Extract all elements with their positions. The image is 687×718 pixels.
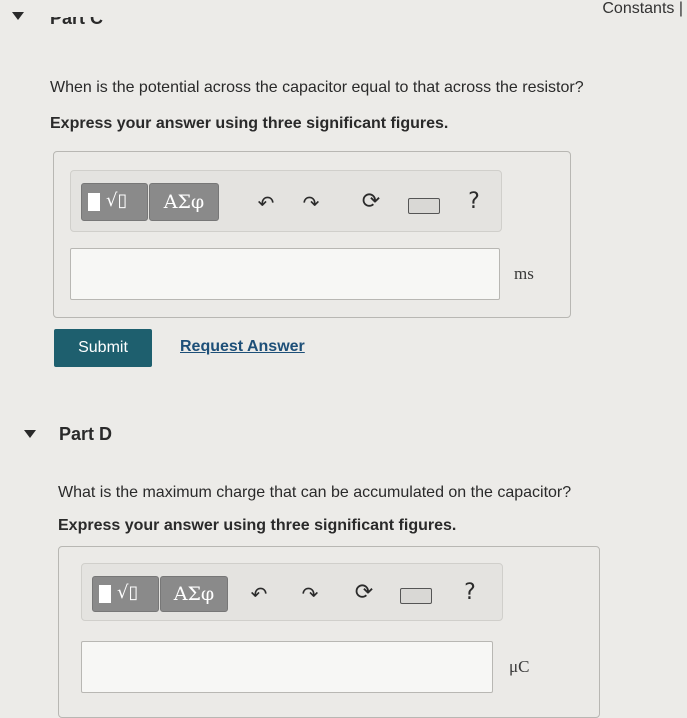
- part-c-title[interactable]: Part C: [50, 17, 103, 29]
- part-c-question: When is the potential across the capacit…: [50, 79, 584, 96]
- part-c-instruction: Express your answer using three signific…: [50, 115, 449, 132]
- part-d-question: What is the maximum charge that can be a…: [58, 484, 572, 501]
- redo-icon[interactable]: ↷: [298, 582, 322, 606]
- request-answer-link[interactable]: Request Answer: [180, 338, 305, 356]
- part-d-math-toolbar: √▯ ΑΣφ ↶ ↷ ⟳ ?: [81, 563, 503, 621]
- undo-icon[interactable]: ↶: [254, 191, 278, 215]
- constants-link[interactable]: Constants |: [602, 0, 683, 18]
- part-c-math-toolbar: √▯ ΑΣφ ↶ ↷ ⟳ ?: [70, 170, 502, 232]
- symbols-button[interactable]: ΑΣφ: [160, 576, 228, 612]
- undo-icon[interactable]: ↶: [247, 582, 271, 606]
- collapse-caret-icon[interactable]: [24, 430, 36, 438]
- templates-icon: [99, 585, 111, 603]
- part-c-unit-label: ms: [514, 264, 534, 283]
- redo-icon[interactable]: ↷: [299, 191, 323, 215]
- part-d-answer-input[interactable]: [81, 641, 493, 693]
- part-c-answer-box: √▯ ΑΣφ ↶ ↷ ⟳ ? ms: [53, 151, 571, 318]
- help-icon[interactable]: ?: [464, 189, 484, 214]
- reset-icon[interactable]: ⟳: [352, 580, 376, 605]
- part-d-instruction: Express your answer using three signific…: [58, 517, 457, 534]
- collapse-caret-icon[interactable]: [12, 12, 24, 20]
- part-d-answer-box: √▯ ΑΣφ ↶ ↷ ⟳ ? μC: [58, 546, 600, 718]
- keyboard-icon[interactable]: [400, 588, 432, 604]
- templates-button[interactable]: √▯: [92, 576, 159, 612]
- radical-icon: √▯: [117, 582, 139, 603]
- symbols-button[interactable]: ΑΣφ: [149, 183, 219, 221]
- help-icon[interactable]: ?: [460, 580, 480, 605]
- templates-icon: [88, 193, 100, 211]
- part-d-title[interactable]: Part D: [59, 424, 112, 445]
- submit-button[interactable]: Submit: [54, 329, 152, 367]
- templates-button[interactable]: √▯: [81, 183, 148, 221]
- keyboard-icon[interactable]: [408, 198, 440, 214]
- part-c-answer-input[interactable]: [70, 248, 500, 300]
- reset-icon[interactable]: ⟳: [359, 189, 383, 214]
- radical-icon: √▯: [106, 190, 128, 211]
- part-d-unit-label: μC: [509, 657, 530, 676]
